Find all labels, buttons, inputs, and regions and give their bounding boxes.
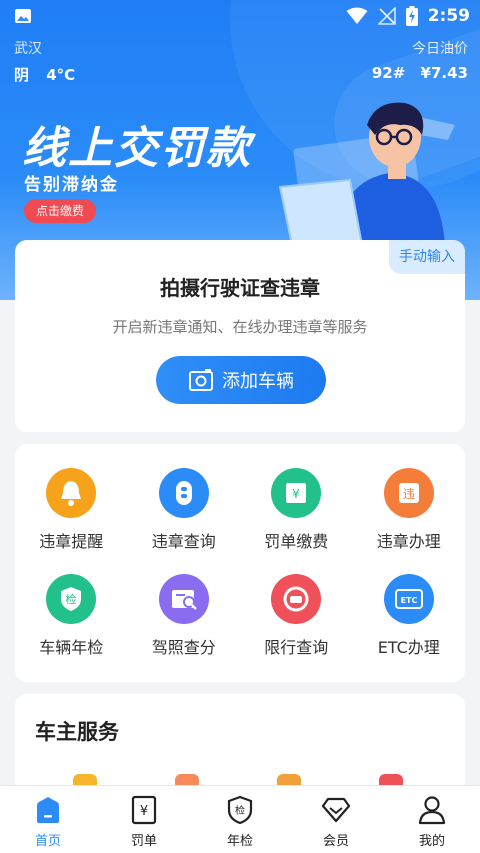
- inspection-nav-icon: 检: [224, 794, 256, 826]
- feature-traffic-restriction[interactable]: 限行查询: [240, 574, 353, 658]
- owner-service-title: 车主服务: [35, 720, 119, 744]
- nav-member[interactable]: 会员: [288, 786, 384, 853]
- restriction-icon: [271, 574, 322, 624]
- bell-icon: [46, 468, 97, 518]
- oil-price-label[interactable]: 今日油价: [412, 38, 468, 58]
- feature-license-points[interactable]: 驾照查分: [128, 574, 241, 658]
- feature-violation-handling[interactable]: 违 违章办理: [353, 468, 466, 552]
- ticket-nav-icon: ¥: [128, 794, 160, 826]
- weather-info: 阴 4°C: [14, 64, 75, 85]
- feature-label: 罚单缴费: [264, 532, 329, 551]
- feature-label: 驾照查分: [151, 638, 216, 657]
- city-label[interactable]: 武汉: [14, 38, 42, 58]
- battery-icon: [405, 6, 418, 26]
- scan-subtitle: 开启新违章通知、在线办理违章等服务: [112, 318, 368, 336]
- nav-label: 年检: [226, 834, 253, 849]
- add-vehicle-button[interactable]: 添加车辆: [156, 356, 326, 404]
- feature-violation-reminder[interactable]: 违章提醒: [15, 468, 128, 552]
- inspection-icon: 检: [46, 574, 97, 624]
- feature-label: ETC办理: [377, 638, 440, 657]
- camera-icon: [189, 369, 213, 391]
- feature-etc[interactable]: ETC ETC办理: [353, 574, 466, 658]
- etc-icon: ETC: [383, 574, 434, 624]
- person-laptop-illustration: [278, 102, 455, 245]
- image-icon: [15, 9, 31, 23]
- no-signal-icon: [377, 7, 396, 25]
- handle-icon: 违: [383, 468, 434, 518]
- nav-inspection[interactable]: 检 年检: [192, 786, 288, 853]
- feature-grid-card: 违章提醒 违章查询 ¥ 罚单缴费 违 违章办理 检 车辆年检 驾照查分 限行查询…: [15, 444, 465, 682]
- license-icon: [158, 574, 209, 624]
- nav-label: 首页: [34, 834, 61, 849]
- nav-tickets[interactable]: ¥ 罚单: [96, 786, 192, 853]
- oil-price-value: ¥7.43: [420, 64, 468, 82]
- weather-condition: 阴: [14, 66, 30, 84]
- nav-label: 罚单: [130, 834, 157, 849]
- pay-now-button[interactable]: 点击缴费: [24, 199, 97, 223]
- status-bar: 2:59: [0, 0, 480, 32]
- clock: 2:59: [427, 6, 470, 26]
- svg-text:¥: ¥: [140, 804, 148, 819]
- feature-violation-query[interactable]: 违章查询: [128, 468, 241, 552]
- svg-text:违: 违: [403, 487, 415, 501]
- svg-text:检: 检: [235, 804, 245, 817]
- wifi-icon: [346, 7, 368, 24]
- nav-label: 会员: [322, 834, 349, 849]
- svg-text:检: 检: [66, 592, 77, 606]
- ticket-icon: ¥: [271, 468, 322, 518]
- oil-grade: 92#: [371, 64, 406, 82]
- feature-annual-inspection[interactable]: 检 车辆年检: [15, 574, 128, 658]
- nav-label: 我的: [418, 834, 445, 849]
- scan-license-card: 手动输入 拍摄行驶证查违章 开启新违章通知、在线办理违章等服务 添加车辆: [15, 240, 465, 432]
- nav-home[interactable]: 首页: [0, 786, 96, 853]
- weather-temp: 4°C: [46, 66, 76, 84]
- svg-text:¥: ¥: [292, 487, 300, 501]
- nav-profile[interactable]: 我的: [384, 786, 480, 853]
- feature-label: 违章查询: [151, 532, 216, 551]
- svg-text:ETC: ETC: [400, 596, 417, 605]
- oil-price[interactable]: 92# ¥7.43: [372, 64, 468, 82]
- manual-input-button[interactable]: 手动输入: [389, 240, 465, 274]
- member-icon: [320, 794, 352, 826]
- banner-title[interactable]: 线上交罚款: [22, 112, 252, 176]
- feature-label: 违章办理: [376, 532, 441, 551]
- banner-subtitle: 告别滞纳金: [24, 175, 119, 195]
- query-icon: [158, 468, 209, 518]
- bottom-nav: 首页 ¥ 罚单 检 年检 会员 我的: [0, 785, 480, 853]
- scan-title: 拍摄行驶证查违章: [160, 276, 320, 300]
- home-icon: [32, 794, 64, 826]
- profile-icon: [416, 794, 448, 826]
- feature-label: 违章提醒: [39, 532, 104, 551]
- feature-label: 限行查询: [264, 638, 329, 657]
- feature-ticket-payment[interactable]: ¥ 罚单缴费: [240, 468, 353, 552]
- feature-label: 车辆年检: [39, 638, 104, 657]
- add-vehicle-label: 添加车辆: [222, 371, 294, 392]
